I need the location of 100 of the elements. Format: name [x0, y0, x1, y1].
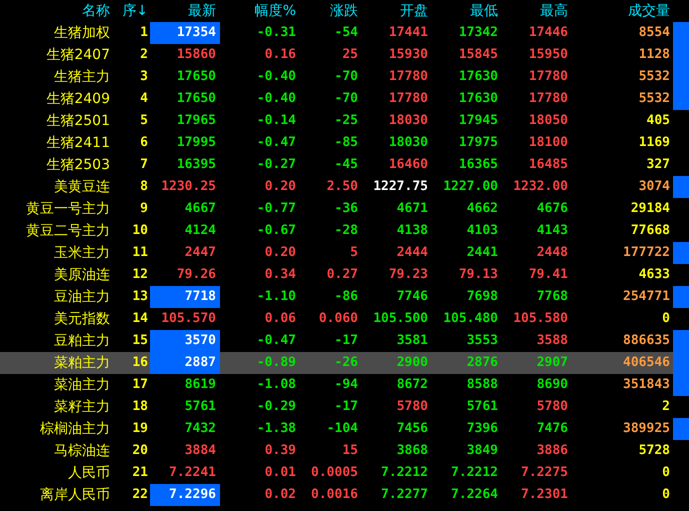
- table-cell: 7.2241: [169, 465, 216, 480]
- table-cell: 17945: [458, 113, 498, 128]
- table-cell: 4124: [184, 223, 216, 238]
- table-cell: -17: [334, 333, 358, 348]
- row-number: 1: [139, 24, 148, 42]
- table-cell: 105.580: [513, 311, 568, 326]
- instrument-name: 菜籽主力: [53, 398, 110, 416]
- column-header[interactable]: 最低: [428, 0, 498, 22]
- table-cell: 5780: [396, 399, 428, 414]
- table-cell: 5: [350, 245, 358, 260]
- table-cell: 0.0005: [311, 465, 358, 480]
- table-cell: 1227.75: [373, 179, 428, 194]
- table-cell: 4676: [536, 201, 568, 216]
- table-cell: -0.27: [256, 157, 296, 172]
- column-header[interactable]: 涨跌: [296, 0, 358, 22]
- table-cell: -70: [334, 91, 358, 106]
- row-number: 20: [131, 442, 148, 460]
- table-cell: 7.2212: [451, 465, 498, 480]
- table-cell: 79.23: [388, 267, 428, 282]
- table-cell: 0.16: [264, 47, 296, 62]
- table-cell: 2441: [466, 245, 498, 260]
- table-cell: 0.01: [264, 465, 296, 480]
- table-cell: 77668: [630, 223, 670, 238]
- table-cell: 5532: [638, 69, 670, 84]
- column-header[interactable]: 成交量: [568, 0, 670, 22]
- row-number: 4: [139, 90, 148, 108]
- table-cell: 7.2275: [521, 465, 568, 480]
- row-number: 10: [131, 222, 148, 240]
- table-cell: 15930: [388, 47, 428, 62]
- table-cell: 5780: [536, 399, 568, 414]
- row-number: 15: [131, 332, 148, 350]
- table-cell: 7396: [466, 421, 498, 436]
- table-cell: 15860: [176, 47, 216, 62]
- table-cell: 18030: [388, 135, 428, 150]
- column-header[interactable]: 幅度%: [220, 0, 296, 22]
- table-cell: 17441: [388, 25, 428, 40]
- instrument-name: 菜油主力: [53, 376, 110, 394]
- column-header[interactable]: 最新: [148, 0, 220, 22]
- table-cell: 0.02: [264, 487, 296, 502]
- table-cell: -86: [334, 289, 358, 304]
- table-cell: 17650: [176, 91, 216, 106]
- table-cell: 7768: [536, 289, 568, 304]
- table-cell: 7456: [396, 421, 428, 436]
- row-number: 11: [131, 244, 148, 262]
- table-cell: 0.20: [264, 245, 296, 260]
- table-cell: 79.13: [458, 267, 498, 282]
- instrument-name: 生猪主力: [53, 68, 110, 86]
- table-cell: 3570: [184, 333, 216, 348]
- table-cell: 4667: [184, 201, 216, 216]
- table-cell: -0.40: [256, 69, 296, 84]
- table-cell: -70: [334, 69, 358, 84]
- column-header[interactable]: 名称: [0, 0, 110, 22]
- table-cell: 2887: [184, 355, 216, 370]
- row-number: 16: [131, 354, 148, 372]
- table-cell: 18030: [388, 113, 428, 128]
- instrument-name: 美原油连: [53, 266, 110, 284]
- table-cell: -94: [334, 377, 358, 392]
- table-cell: -104: [326, 421, 358, 436]
- row-number: 21: [131, 464, 148, 482]
- table-cell: 0.06: [264, 311, 296, 326]
- table-cell: 79.26: [176, 267, 216, 282]
- table-cell: 0.0016: [311, 487, 358, 502]
- table-cell: -26: [334, 355, 358, 370]
- instrument-name: 马棕油连: [53, 442, 110, 460]
- table-cell: 18050: [528, 113, 568, 128]
- selected-row-highlight[interactable]: 菜粕主力 16 2887 -0.89 -26 2900 2876 2907 406546: [0, 352, 689, 374]
- table-cell: 389925: [623, 421, 670, 436]
- table-cell: 3581: [396, 333, 428, 348]
- table-cell: 8588: [466, 377, 498, 392]
- column-header[interactable]: 序↓: [110, 0, 148, 22]
- table-cell: 2448: [536, 245, 568, 260]
- table-cell: 5532: [638, 91, 670, 106]
- table-cell: 4633: [638, 267, 670, 282]
- table-cell: 7746: [396, 289, 428, 304]
- table-cell: 8554: [638, 25, 670, 40]
- table-cell: 1128: [638, 47, 670, 62]
- table-cell: 0.27: [326, 267, 358, 282]
- instrument-name: 黄豆一号主力: [25, 200, 110, 218]
- column-header[interactable]: 开盘: [358, 0, 428, 22]
- column-header[interactable]: 最高: [498, 0, 568, 22]
- table-cell: -0.67: [256, 223, 296, 238]
- table-cell: 406546: [623, 355, 670, 370]
- instrument-name: 美黄豆连: [53, 178, 110, 196]
- table-cell: -0.77: [256, 201, 296, 216]
- row-number: 3: [139, 68, 148, 86]
- table-cell: 8672: [396, 377, 428, 392]
- table-cell: 17342: [458, 25, 498, 40]
- row-number: 9: [139, 200, 148, 218]
- table-cell: -28: [334, 223, 358, 238]
- table-cell: 0: [662, 311, 670, 326]
- table-cell: 7718: [184, 289, 216, 304]
- table-cell: 17650: [176, 69, 216, 84]
- row-number: 5: [139, 112, 148, 130]
- row-number: 7: [139, 156, 148, 174]
- table-cell: -1.10: [256, 289, 296, 304]
- instrument-name: 豆粕主力: [53, 332, 110, 350]
- table-cell: 16395: [176, 157, 216, 172]
- table-cell: 0.39: [264, 443, 296, 458]
- instrument-name: 美元指数: [53, 310, 110, 328]
- table-cell: 0: [662, 487, 670, 502]
